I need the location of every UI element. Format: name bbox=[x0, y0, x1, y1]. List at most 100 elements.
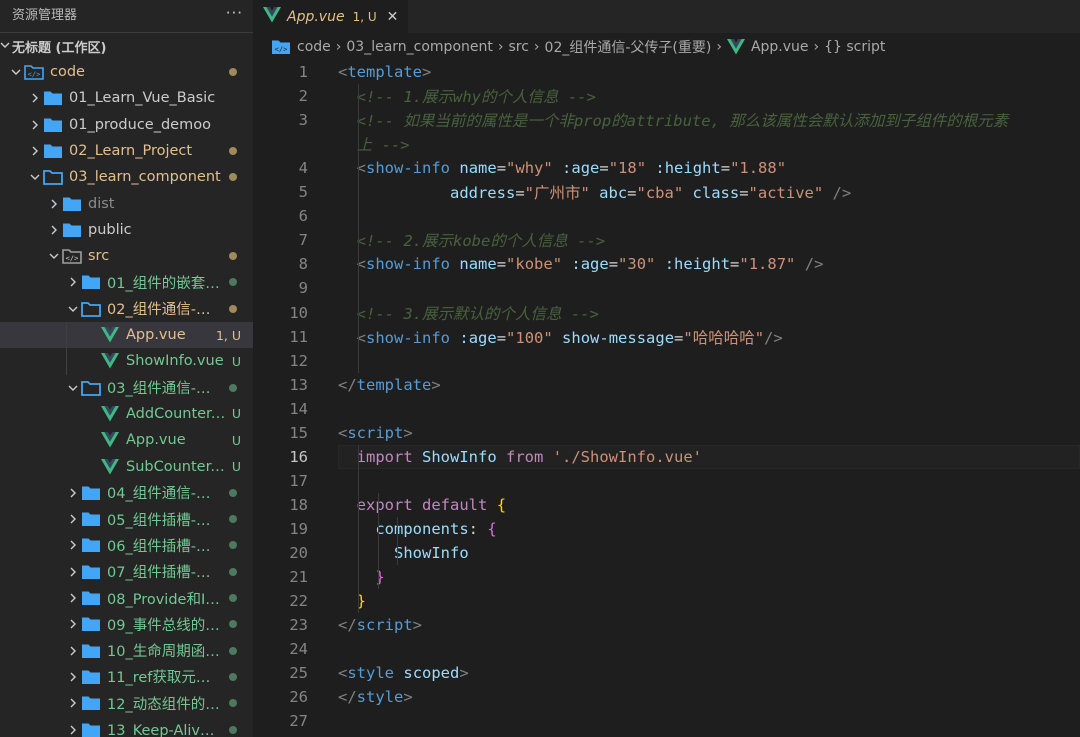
code-line[interactable]: 17 bbox=[253, 469, 1080, 493]
breadcrumb-item[interactable]: {} script bbox=[824, 39, 885, 55]
code-line[interactable]: 上 --> bbox=[253, 132, 1080, 156]
git-status-dot bbox=[229, 68, 237, 76]
folder-item[interactable]: public bbox=[0, 217, 253, 243]
file-item[interactable]: App.vue U bbox=[0, 427, 253, 453]
code-line[interactable]: 8 <show-info name="kobe" :age="30" :heig… bbox=[253, 252, 1080, 276]
file-item[interactable]: ShowInfo.vue U bbox=[0, 348, 253, 374]
ellipsis-icon[interactable]: ··· bbox=[226, 4, 243, 22]
folder-icon bbox=[43, 143, 63, 159]
folder-item[interactable]: 01_组件的嵌套使... bbox=[0, 269, 253, 295]
code-line[interactable]: 11 <show-info :age="100" show-message="哈… bbox=[253, 325, 1080, 349]
code-line[interactable]: 14 bbox=[253, 397, 1080, 421]
folder-icon bbox=[81, 485, 101, 501]
code-line[interactable]: 7 <!-- 2.展示kobe的个人信息 --> bbox=[253, 228, 1080, 252]
folder-item[interactable]: </> code bbox=[0, 59, 253, 85]
code-line[interactable]: 24 bbox=[253, 637, 1080, 661]
folder-icon bbox=[81, 537, 101, 553]
code-line[interactable]: 27 bbox=[253, 709, 1080, 733]
line-number: 10 bbox=[289, 303, 308, 322]
breadcrumb-item[interactable]: App.vue bbox=[751, 39, 809, 55]
breadcrumb-item[interactable]: code bbox=[297, 39, 331, 55]
line-number: 7 bbox=[298, 231, 308, 250]
code-token: show-info bbox=[366, 159, 451, 178]
folder-item[interactable]: 03_learn_component bbox=[0, 164, 253, 190]
code-line[interactable]: 26 </style> bbox=[253, 685, 1080, 709]
code-token: template bbox=[347, 63, 422, 81]
folder-item[interactable]: 02_Learn_Project bbox=[0, 138, 253, 164]
tree-item-label: App.vue bbox=[126, 432, 186, 449]
code-line[interactable]: 5 address="广州市" abc="cba" class="active"… bbox=[253, 180, 1080, 204]
breadcrumb-item[interactable]: src bbox=[508, 39, 528, 55]
close-icon[interactable]: ✕ bbox=[387, 9, 399, 25]
code-token: show-info bbox=[366, 328, 451, 347]
folder-item[interactable]: 08_Provide和Inje... bbox=[0, 585, 253, 611]
file-item[interactable]: SubCounter.vue U bbox=[0, 454, 253, 480]
folder-icon bbox=[43, 117, 63, 133]
folder-item[interactable]: 01_produce_demoo bbox=[0, 112, 253, 138]
code-line[interactable]: 1 <template> bbox=[253, 60, 1080, 84]
code-line[interactable]: 12 bbox=[253, 349, 1080, 373]
code-token: :age bbox=[459, 328, 497, 347]
tree-item-label: SubCounter.vue bbox=[126, 458, 226, 475]
code-line[interactable]: 23 </script> bbox=[253, 613, 1080, 637]
folder-item[interactable]: 07_组件插槽-作... bbox=[0, 559, 253, 585]
code-token: > bbox=[431, 375, 441, 394]
svg-text:</>: </> bbox=[275, 45, 288, 53]
file-item[interactable]: App.vue 1, U bbox=[0, 322, 253, 348]
folder-item[interactable]: 13_Keep-Alive的... bbox=[0, 717, 253, 737]
code-line[interactable]: 15 <script> bbox=[253, 421, 1080, 445]
explorer-header: 资源管理器 ··· bbox=[0, 0, 253, 26]
indent-guide bbox=[358, 444, 359, 614]
code-line[interactable]: 22 } bbox=[253, 589, 1080, 613]
tab-app-vue[interactable]: App.vue 1, U ✕ bbox=[253, 0, 409, 33]
workspace-header[interactable]: 无标题 (工作区) bbox=[0, 33, 253, 59]
folder-item[interactable]: 12_动态组件的使... bbox=[0, 690, 253, 716]
folder-item[interactable]: 03_组件通信-子... bbox=[0, 375, 253, 401]
code-line[interactable]: 6 bbox=[253, 204, 1080, 228]
folder-item[interactable]: 10_生命周期函数... bbox=[0, 638, 253, 664]
code-line[interactable]: 10 <!-- 3.展示默认的个人信息 --> bbox=[253, 301, 1080, 325]
code-line[interactable]: 2 <!-- 1.展示why的个人信息 --> bbox=[253, 84, 1080, 108]
folder-item[interactable]: 04_组件通信-案... bbox=[0, 480, 253, 506]
vue-file-icon bbox=[100, 327, 120, 343]
chevron-right-icon bbox=[65, 540, 81, 550]
code-line[interactable]: 25 <style scoped> bbox=[253, 661, 1080, 685]
code-line[interactable]: 13 </template> bbox=[253, 373, 1080, 397]
code-token: name bbox=[459, 255, 497, 274]
git-status-dot bbox=[229, 567, 237, 576]
folder-item[interactable]: </> src bbox=[0, 243, 253, 269]
folder-item[interactable]: 06_组件插槽-具... bbox=[0, 532, 253, 558]
code-token: > bbox=[403, 423, 413, 442]
code-token: style bbox=[347, 664, 395, 683]
line-number: 1 bbox=[298, 63, 308, 81]
line-number: 14 bbox=[289, 399, 308, 418]
code-token: show-message bbox=[562, 328, 675, 347]
folder-icon bbox=[81, 274, 101, 290]
line-number: 9 bbox=[298, 279, 308, 298]
code-line[interactable]: 9 bbox=[253, 276, 1080, 300]
folder-item[interactable]: 05_组件插槽-基... bbox=[0, 506, 253, 532]
vue-file-icon bbox=[726, 38, 745, 55]
file-item[interactable]: AddCounter.vue U bbox=[0, 401, 253, 427]
chevron-right-icon bbox=[65, 277, 81, 287]
chevron-down-icon bbox=[8, 67, 24, 77]
code-token: = bbox=[515, 184, 525, 203]
folder-item[interactable]: 11_ref获取元素... bbox=[0, 664, 253, 690]
git-status-dot bbox=[229, 515, 237, 524]
git-status-badge: U bbox=[231, 353, 241, 369]
breadcrumb-item[interactable]: 03_learn_component bbox=[346, 39, 492, 55]
code-line[interactable]: 4 <show-info name="why" :age="18" :heigh… bbox=[253, 156, 1080, 180]
folder-item[interactable]: 09_事件总线的使... bbox=[0, 611, 253, 637]
code-line[interactable]: 3 <!-- 如果当前的属性是一个非prop的attribute, 那么该属性会… bbox=[253, 108, 1080, 132]
folder-item[interactable]: 02_组件通信-父... bbox=[0, 296, 253, 322]
breadcrumb-item[interactable]: 02_组件通信-父传子(重要) bbox=[545, 37, 712, 57]
folder-item[interactable]: 01_Learn_Vue_Basic bbox=[0, 85, 253, 111]
folder-item[interactable]: dist bbox=[0, 191, 253, 217]
code-token: = bbox=[599, 159, 609, 178]
code-line[interactable]: 16 import ShowInfo from './ShowInfo.vue' bbox=[253, 444, 1080, 469]
